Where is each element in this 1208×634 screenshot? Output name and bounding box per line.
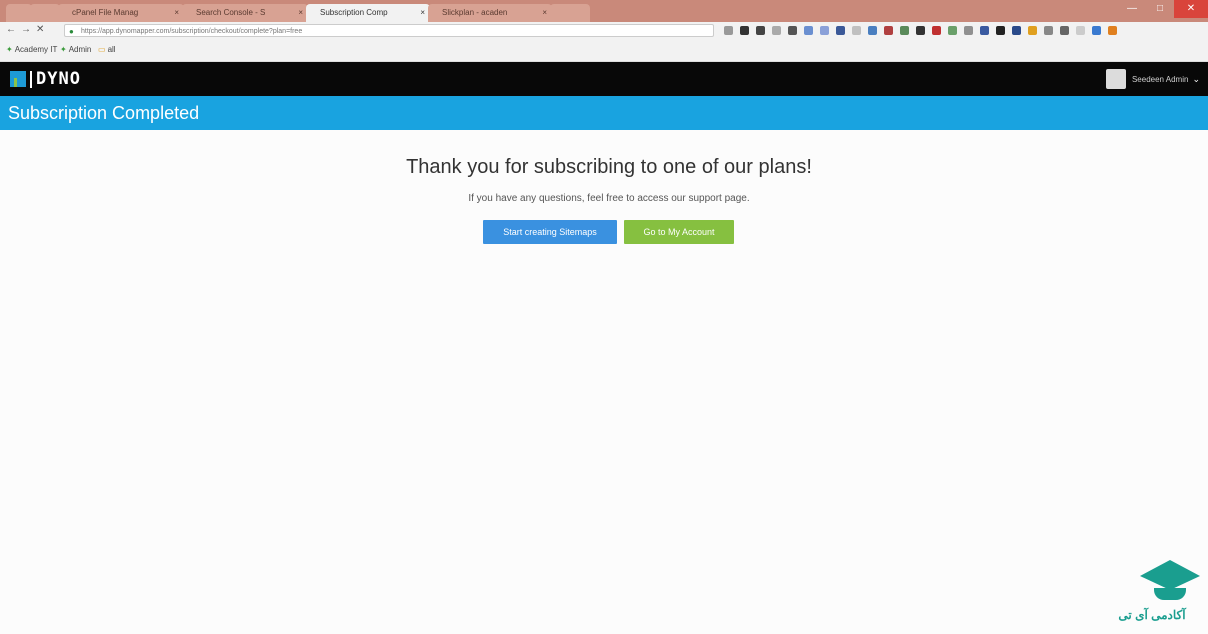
extension-icon[interactable] (740, 26, 749, 35)
extension-icon[interactable] (1108, 26, 1117, 35)
browser-tab-strip: cPanel File Manag × Search Console - S × S… (0, 0, 1208, 22)
tab-label: Subscription Comp (320, 8, 388, 17)
extension-icon[interactable] (836, 26, 845, 35)
avatar (1105, 69, 1126, 89)
extension-icon[interactable] (948, 26, 957, 35)
navigation-buttons: ←→✕ (6, 24, 49, 35)
bookmark-icon: ✦ (6, 45, 13, 54)
extension-icon[interactable] (900, 26, 909, 35)
bookmark-label: Academy IT (14, 45, 58, 54)
folder-icon: ▭ (98, 45, 106, 54)
address-bar[interactable]: ● https://app.dynomapper.com/subscriptio… (64, 24, 714, 37)
main-content: Thank you for subscribing to one of our … (0, 130, 1208, 634)
extension-icon[interactable] (1044, 26, 1053, 35)
page-title-bar: Subscription Completed (0, 96, 1208, 130)
tab-label: Search Console - S (196, 8, 266, 17)
close-tab-icon[interactable]: × (174, 4, 179, 22)
browser-tab[interactable]: cPanel File Manag × (58, 4, 184, 22)
page-title: Subscription Completed (8, 103, 200, 123)
new-tab-button[interactable] (550, 4, 590, 22)
browser-tab-active[interactable]: Subscription Comp × (306, 4, 430, 22)
url-text: https://app.dynomapper.com/subscription/… (81, 28, 303, 35)
extension-icon[interactable] (788, 26, 797, 35)
extension-icon[interactable] (868, 26, 877, 35)
extension-icon[interactable] (980, 26, 989, 35)
extension-icon[interactable] (964, 26, 973, 35)
extension-icons (724, 26, 1117, 35)
extension-icon[interactable] (724, 26, 733, 35)
bookmark-label: Admin (68, 45, 92, 54)
window-controls: — □ ✕ (1118, 0, 1208, 22)
minimize-button[interactable]: — (1118, 0, 1146, 18)
go-to-my-account-button[interactable]: Go to My Account (624, 220, 734, 244)
start-creating-sitemaps-button[interactable]: Start creating Sitemaps (483, 220, 617, 244)
support-message: If you have any questions, feel free to … (468, 193, 750, 204)
extension-icon[interactable] (804, 26, 813, 35)
graduation-cap-icon (1140, 560, 1200, 576)
dyno-logo[interactable]: DYNO (10, 69, 81, 89)
extension-icon[interactable] (1028, 26, 1037, 35)
user-menu[interactable]: Seedeen Admin ⌄ (1105, 69, 1200, 89)
maximize-button[interactable]: □ (1146, 0, 1174, 18)
extension-icon[interactable] (1092, 26, 1101, 35)
academy-it-watermark: آکادمی آی تی (1112, 560, 1204, 630)
bookmark-folder-all[interactable]: ▭ all (98, 45, 116, 54)
watermark-text: آکادمی آی تی (1118, 608, 1186, 622)
thank-you-heading: Thank you for subscribing to one of our … (406, 156, 812, 178)
back-icon[interactable]: ← (6, 24, 21, 35)
app-header: DYNO Seedeen Admin ⌄ (0, 62, 1208, 96)
extension-icon[interactable] (932, 26, 941, 35)
user-name: Seedeen Admin (1131, 74, 1189, 84)
tab-label: Slickplan - acaden (442, 8, 508, 17)
reload-icon[interactable]: ✕ (36, 24, 49, 35)
extension-icon[interactable] (1012, 26, 1021, 35)
extension-icon[interactable] (1060, 26, 1069, 35)
extension-icon[interactable] (852, 26, 861, 35)
bookmark-admin[interactable]: ✦ Admin (60, 45, 91, 54)
logo-mark-icon (10, 71, 26, 87)
browser-toolbar: ←→✕ ● https://app.dynomapper.com/subscri… (0, 22, 1208, 40)
bookmark-academy[interactable]: ✦ Academy IT (6, 45, 57, 54)
extension-icon[interactable] (884, 26, 893, 35)
chevron-down-icon: ⌄ (1192, 73, 1200, 84)
bookmarks-bar: ✦ Academy IT ✦ Admin ▭ all (0, 40, 1208, 62)
bookmark-icon: ✦ (60, 45, 67, 54)
browser-tab[interactable] (6, 4, 32, 22)
extension-icon[interactable] (820, 26, 829, 35)
extension-icon[interactable] (996, 26, 1005, 35)
close-tab-icon[interactable]: × (298, 4, 303, 22)
close-window-button[interactable]: ✕ (1174, 0, 1208, 18)
action-buttons: Start creating Sitemaps Go to My Account (483, 220, 734, 244)
logo-text: DYNO (30, 70, 81, 88)
browser-tab[interactable]: Search Console - S × (182, 4, 308, 22)
browser-tab[interactable] (30, 4, 60, 22)
extension-icon[interactable] (756, 26, 765, 35)
secure-lock-icon: ● (69, 27, 74, 36)
bookmark-label: all (107, 45, 116, 54)
browser-tab[interactable]: Slickplan - acaden × (428, 4, 552, 22)
graduation-cap-band (1154, 588, 1186, 600)
extension-icon[interactable] (916, 26, 925, 35)
close-tab-icon[interactable]: × (420, 4, 425, 22)
tab-label: cPanel File Manag (72, 8, 139, 17)
close-tab-icon[interactable]: × (542, 4, 547, 22)
extension-icon[interactable] (772, 26, 781, 35)
forward-icon[interactable]: → (21, 24, 36, 35)
extension-icon[interactable] (1076, 26, 1085, 35)
